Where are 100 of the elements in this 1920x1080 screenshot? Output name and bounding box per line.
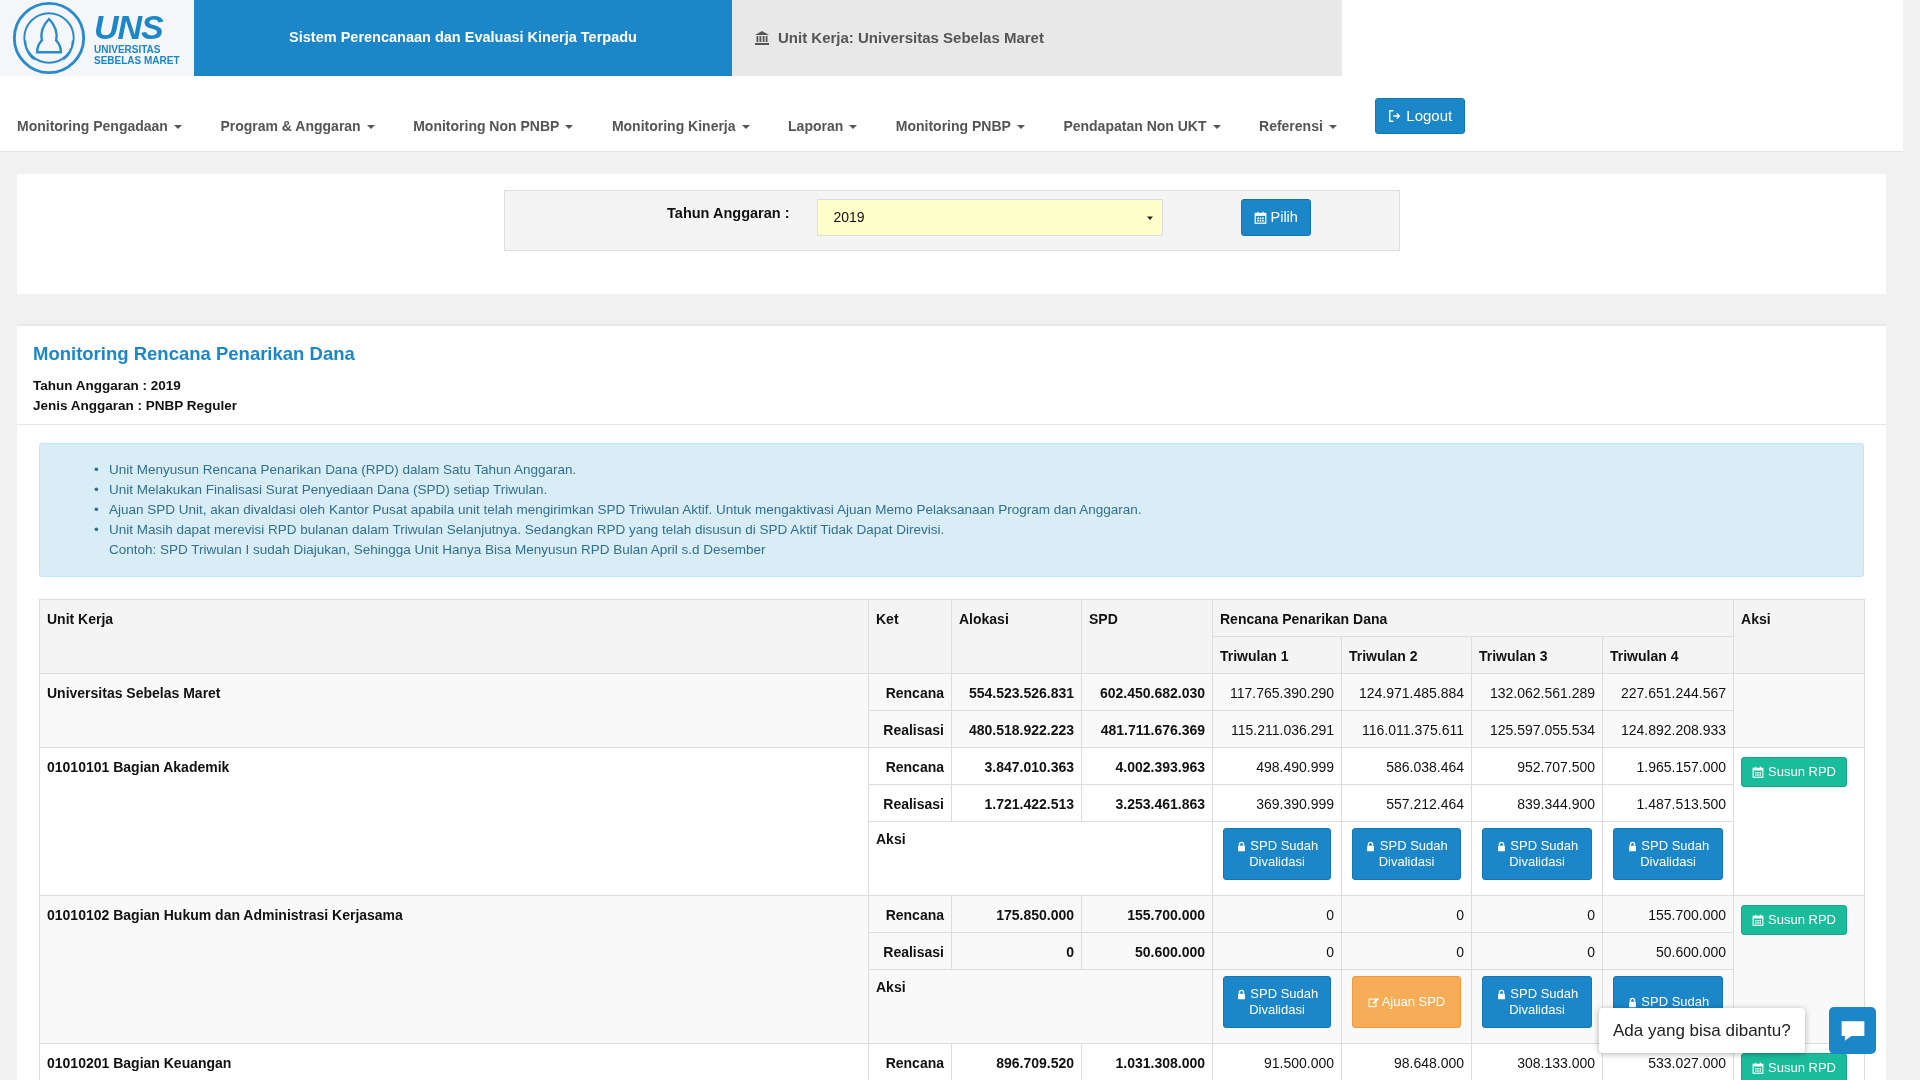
year-select[interactable]: 2019 [816,199,1163,236]
caret-icon [1016,125,1025,130]
table-cell: Realisasi [868,710,952,748]
table-cell: 3.847.010.363 [951,747,1082,785]
logo-text: UNIVERSITAS [94,44,162,55]
caret-icon [1212,125,1221,130]
column-header: Triwulan 2 [1341,636,1472,674]
table-cell: Rencana [868,747,952,785]
column-header: Triwulan 3 [1471,636,1603,674]
lock-icon [1626,996,1638,1008]
logo-wordmark: UNS [94,10,164,44]
table-cell: 554.523.526.831 [951,673,1082,711]
spd-status-button[interactable]: SPD Sudah Divalidasi [1481,975,1593,1028]
table-cell: 586.038.464 [1341,747,1472,785]
lock-icon [1235,988,1247,1000]
app-title: Sistem Perencanaan dan Evaluasi Kinerja Terpadu [289,28,637,48]
table-cell: Aksi [868,969,1213,1044]
nav-menu-item[interactable]: Pendapatan Non UKT [1063,76,1221,138]
table-cell: 952.707.500 [1471,747,1603,785]
table-cell: 557.212.464 [1341,784,1472,822]
logout-icon [1388,109,1403,123]
logo-text: SEBELAS MARET [94,55,180,66]
table-cell: 0 [1341,932,1472,970]
bullet: • [94,500,100,519]
table-cell: 116.011.375.611 [1341,710,1472,748]
table-cell: 155.700.000 [1081,895,1213,933]
table-cell: 1.965.157.000 [1602,747,1734,785]
table-cell: 0 [1471,895,1603,933]
column-header: Triwulan 4 [1602,636,1734,674]
spd-status-button[interactable]: SPD Sudah Divalidasi [1612,827,1724,880]
nav-menu-item[interactable]: Program & Anggaran [220,76,375,138]
table-cell: 3.253.461.863 [1081,784,1213,822]
bullet: • [94,520,100,539]
table-cell: 481.711.676.369 [1081,710,1213,748]
unit-name-cell: Universitas Sebelas Maret [39,673,869,748]
select-button[interactable]: Pilih [1240,199,1311,236]
table-cell: 0 [1212,932,1342,970]
nav-menu-item[interactable]: Monitoring Non PNBP [413,76,574,138]
table-cell: 227.651.244.567 [1602,673,1734,711]
plan-button[interactable]: Susun RPD [1741,904,1847,935]
table-cell: 132.062.561.289 [1471,673,1603,711]
table-cell: 50.600.000 [1081,932,1213,970]
table-cell: 1.721.422.513 [951,784,1082,822]
chat-button[interactable] [1829,1007,1876,1054]
chat-prompt-tooltip: Ada yang bisa dibantu? [1599,1008,1805,1053]
table-cell: 124.971.485.884 [1341,673,1472,711]
caret-icon [1328,125,1337,130]
lock-icon [1365,840,1377,852]
table-cell: Aksi [868,821,1213,896]
column-header: Unit Kerja [39,599,869,674]
caret-icon [173,125,182,130]
nav-menu-item[interactable]: Referensi [1259,76,1337,138]
table-cell: 498.490.999 [1212,747,1342,785]
nav-menu-item[interactable]: Laporan [788,76,858,138]
table-cell: 124.892.208.933 [1602,710,1734,748]
table-cell: Rencana [868,673,952,711]
table-cell: 117.765.390.290 [1212,673,1342,711]
caret-icon [366,125,375,130]
table-cell: 0 [1212,895,1342,933]
plan-button[interactable]: Susun RPD [1741,1052,1847,1080]
table-cell: 155.700.000 [1602,895,1734,933]
lock-icon [1495,988,1507,1000]
table-cell: 125.597.055.534 [1471,710,1603,748]
table-cell: 0 [1471,932,1603,970]
spd-status-button[interactable]: SPD Sudah Divalidasi [1351,827,1462,880]
building-icon [754,30,770,46]
calendar-icon [1752,1061,1765,1074]
table-cell: 4.002.393.963 [1081,747,1213,785]
nav-menu-item[interactable]: Monitoring Pengadaan [17,76,182,138]
nav-menu-item[interactable]: Monitoring PNBP [895,76,1025,138]
plan-button[interactable]: Susun RPD [1741,756,1847,787]
unit-name-cell: 01010101 Bagian Akademik [39,747,869,896]
info-note: Unit Menyusun Rencana Penarikan Dana (RPD) dalam Satu Tahun Anggaran. [109,461,577,477]
column-header: Aksi [1733,599,1865,674]
table-cell: 369.390.999 [1212,784,1342,822]
spd-status-button[interactable]: SPD Sudah Divalidasi [1222,827,1332,880]
spd-status-button[interactable]: SPD Sudah Divalidasi [1481,827,1593,880]
calendar-icon [1253,211,1267,224]
report-meta: Tahun Anggaran : 2019 [33,376,182,395]
column-header: SPD [1081,599,1213,674]
nav-menu-item[interactable]: Monitoring Kinerja [611,76,750,138]
logout-button[interactable]: Logout [1375,98,1466,134]
table-cell: Realisasi [868,932,952,970]
table-cell: 0 [951,932,1082,970]
calendar-icon [1752,913,1765,926]
bullet: • [94,460,100,479]
unit-name-cell: 01010201 Bagian Keuangan [39,1043,869,1080]
table-cell: 0 [1341,895,1472,933]
column-header: Triwulan 1 [1212,636,1342,674]
unit-label: Unit Kerja: Universitas Sebelas Maret [778,27,1044,48]
table-cell: Rencana [868,895,952,933]
table-cell: 839.344.900 [1471,784,1603,822]
spd-status-button[interactable]: SPD Sudah Divalidasi [1222,975,1332,1028]
info-note: Contoh: SPD Triwulan I sudah Diajukan, Sehingga Unit Hanya Bisa Menyusun RPD Bulan April s.d Desember [109,541,766,557]
edit-icon [1367,996,1379,1008]
table-cell: 602.450.682.030 [1081,673,1213,711]
table-cell: 50.600.000 [1602,932,1734,970]
info-note: Unit Melakukan Finalisasi Surat Penyediaan Dana (SPD) setiap Triwulan. [109,481,548,497]
table-cell: 480.518.922.223 [951,710,1082,748]
caret-icon [849,125,858,130]
